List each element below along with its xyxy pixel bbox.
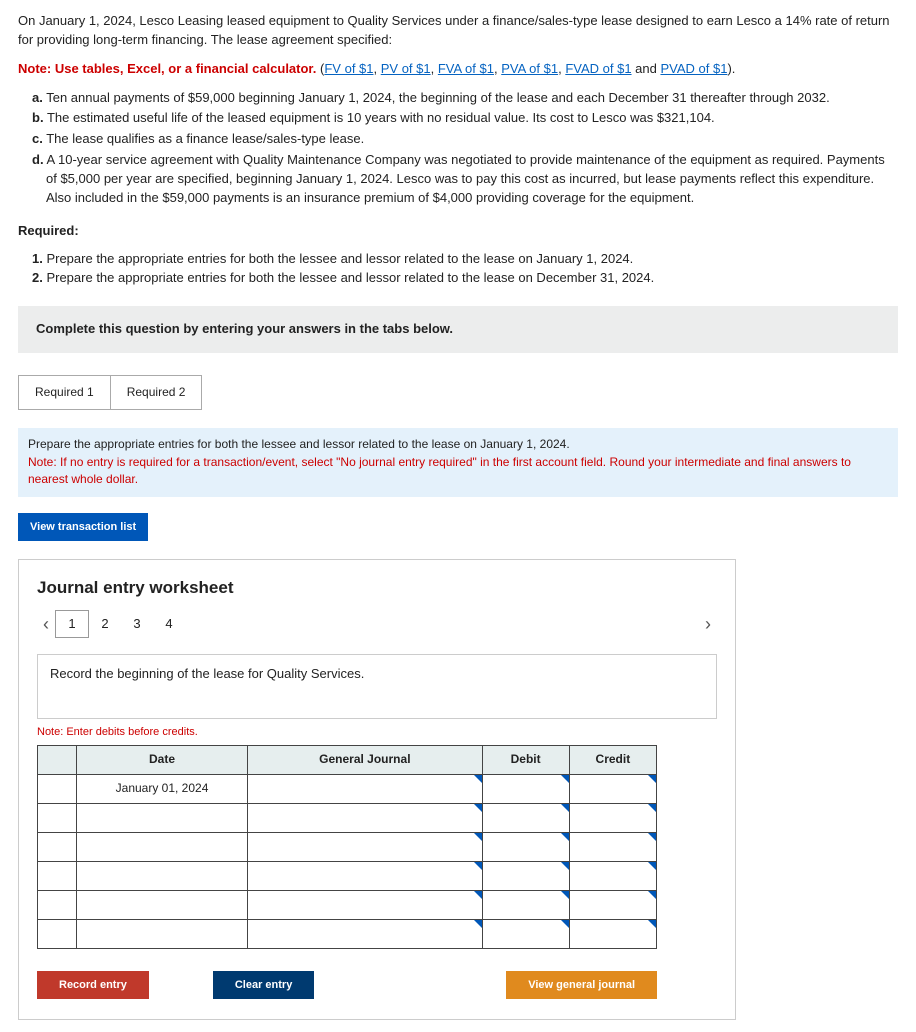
calculator-note: Note: Use tables, Excel, or a financial …: [18, 60, 898, 79]
view-transaction-list-button[interactable]: View transaction list: [18, 513, 148, 541]
table-row: [38, 803, 657, 832]
cell-date[interactable]: [76, 919, 247, 948]
notebox-line2: Note: If no entry is required for a tran…: [28, 455, 851, 486]
tab-bar: Required 1 Required 2: [18, 375, 898, 410]
dropdown-icon: [648, 833, 656, 841]
link-pvad-of-1[interactable]: PVAD of $1: [660, 61, 727, 76]
link-fvad-of-1[interactable]: FVAD of $1: [565, 61, 631, 76]
dropdown-icon: [561, 804, 569, 812]
header-corner: [38, 745, 77, 774]
dropdown-icon: [474, 862, 482, 870]
pager-page-2[interactable]: 2: [89, 611, 121, 637]
dropdown-icon: [474, 804, 482, 812]
cell-date[interactable]: [76, 890, 247, 919]
required-1: 1. Prepare the appropriate entries for b…: [46, 250, 898, 269]
dropdown-icon: [474, 920, 482, 928]
link-fva-of-1[interactable]: FVA of $1: [438, 61, 494, 76]
cell-credit[interactable]: [569, 803, 656, 832]
cell-debit[interactable]: [482, 803, 569, 832]
dropdown-icon: [474, 833, 482, 841]
notebox-line1: Prepare the appropriate entries for both…: [28, 437, 570, 451]
header-general-journal: General Journal: [248, 745, 482, 774]
link-pva-of-1[interactable]: PVA of $1: [501, 61, 558, 76]
dropdown-icon: [561, 862, 569, 870]
close-paren: ).: [727, 61, 735, 76]
pager-page-1[interactable]: 1: [55, 610, 89, 638]
cell-account[interactable]: [248, 919, 482, 948]
cell-date[interactable]: January 01, 2024: [76, 774, 247, 803]
cell-debit[interactable]: [482, 890, 569, 919]
header-date: Date: [76, 745, 247, 774]
pager-prev-icon[interactable]: ‹: [37, 611, 55, 637]
instruction-banner: Complete this question by entering your …: [18, 306, 898, 353]
table-row: [38, 861, 657, 890]
required-2: 2. Prepare the appropriate entries for b…: [46, 269, 898, 288]
table-row: [38, 919, 657, 948]
cell-date[interactable]: [76, 803, 247, 832]
clear-entry-button[interactable]: Clear entry: [213, 971, 314, 999]
spec-list: a. Ten annual payments of $59,000 beginn…: [18, 89, 898, 208]
dropdown-icon: [561, 833, 569, 841]
dropdown-icon: [561, 920, 569, 928]
pager-page-4[interactable]: 4: [153, 611, 185, 637]
debits-before-credits-note: Note: Enter debits before credits.: [37, 725, 717, 741]
table-header-row: Date General Journal Debit Credit: [38, 745, 657, 774]
spec-c: c. The lease qualifies as a finance leas…: [32, 130, 898, 149]
view-general-journal-button[interactable]: View general journal: [506, 971, 657, 999]
cell-debit[interactable]: [482, 774, 569, 803]
pager-next-icon[interactable]: ›: [699, 611, 717, 637]
record-instruction-box: Record the beginning of the lease for Qu…: [37, 654, 717, 719]
worksheet-button-row: Record entry Clear entry View general jo…: [37, 971, 657, 999]
dropdown-icon: [561, 891, 569, 899]
dropdown-icon: [648, 920, 656, 928]
link-fv-of-1[interactable]: FV of $1: [324, 61, 373, 76]
instruction-notebox: Prepare the appropriate entries for both…: [18, 428, 898, 496]
cell-credit[interactable]: [569, 774, 656, 803]
spec-d: d. A 10-year service agreement with Qual…: [32, 151, 898, 208]
pager-page-3[interactable]: 3: [121, 611, 153, 637]
cell-debit[interactable]: [482, 919, 569, 948]
note-prefix: Note: Use tables, Excel, or a financial …: [18, 61, 316, 76]
journal-worksheet: Journal entry worksheet ‹ 1 2 3 4 › Reco…: [18, 559, 736, 1020]
cell-account[interactable]: [248, 890, 482, 919]
header-debit: Debit: [482, 745, 569, 774]
cell-account[interactable]: [248, 774, 482, 803]
table-row: January 01, 2024: [38, 774, 657, 803]
record-entry-button[interactable]: Record entry: [37, 971, 149, 999]
cell-account[interactable]: [248, 861, 482, 890]
dropdown-icon: [648, 804, 656, 812]
dropdown-icon: [474, 775, 482, 783]
cell-account[interactable]: [248, 832, 482, 861]
cell-credit[interactable]: [569, 861, 656, 890]
cell-credit[interactable]: [569, 832, 656, 861]
cell-credit[interactable]: [569, 919, 656, 948]
link-pv-of-1[interactable]: PV of $1: [381, 61, 431, 76]
cell-account[interactable]: [248, 803, 482, 832]
dropdown-icon: [474, 891, 482, 899]
spec-a: a. Ten annual payments of $59,000 beginn…: [32, 89, 898, 108]
table-row: [38, 832, 657, 861]
header-credit: Credit: [569, 745, 656, 774]
worksheet-title: Journal entry worksheet: [37, 576, 717, 601]
worksheet-pager: ‹ 1 2 3 4 ›: [37, 610, 717, 638]
required-heading: Required:: [18, 222, 898, 241]
required-list: 1. Prepare the appropriate entries for b…: [18, 250, 898, 288]
spec-b: b. The estimated useful life of the leas…: [32, 109, 898, 128]
dropdown-icon: [561, 775, 569, 783]
dropdown-icon: [648, 862, 656, 870]
dropdown-icon: [648, 891, 656, 899]
cell-credit[interactable]: [569, 890, 656, 919]
cell-date[interactable]: [76, 832, 247, 861]
cell-debit[interactable]: [482, 861, 569, 890]
cell-date[interactable]: [76, 861, 247, 890]
dropdown-icon: [648, 775, 656, 783]
intro-paragraph: On January 1, 2024, Lesco Leasing leased…: [18, 12, 898, 50]
record-instruction-text: Record the beginning of the lease for Qu…: [50, 666, 364, 681]
tab-required-1[interactable]: Required 1: [18, 375, 111, 410]
cell-debit[interactable]: [482, 832, 569, 861]
table-row: [38, 890, 657, 919]
tab-required-2[interactable]: Required 2: [111, 375, 203, 410]
journal-entry-table: Date General Journal Debit Credit Januar…: [37, 745, 657, 949]
